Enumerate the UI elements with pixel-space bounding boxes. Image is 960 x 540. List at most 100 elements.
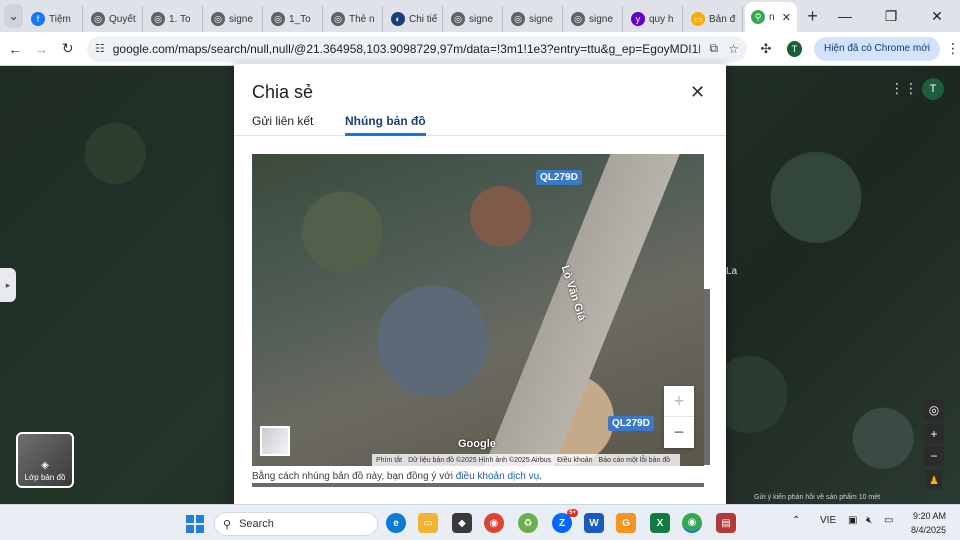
browser-tab[interactable]: y quy h [625,6,683,32]
consent-suffix: . [539,471,542,482]
tab-favicon-icon: ◎ [211,12,225,26]
road-label: QL279D [536,170,582,185]
profile-avatar[interactable]: T [787,40,802,57]
back-button[interactable]: ← [4,37,26,61]
consent-prefix: Bằng cách nhúng bản đồ này, bạn đồng ý v… [252,471,456,482]
layers-icon: ◈ [41,460,49,471]
address-bar[interactable]: ☷ google.com/maps/search/null,null/@21.3… [86,35,747,62]
forward-button[interactable]: → [30,37,52,61]
map-layers-button[interactable]: ◈ Lớp bản đồ [16,432,74,488]
site-info-icon[interactable]: ☷ [95,42,105,55]
url-text[interactable]: google.com/maps/search/null,null/@21.364… [113,42,700,56]
close-icon[interactable]: ✕ [690,82,705,103]
account-avatar[interactable]: T [922,78,944,100]
clock-time: 9:20 AM [912,511,946,521]
consent-text: Bằng cách nhúng bản đồ này, bạn đồng ý v… [252,471,542,482]
zoom-in-button[interactable]: + [924,424,944,444]
browser-tab[interactable]: ◎ 1_To [265,6,323,32]
taskbar: ⚲ Search e ▭ ◆ ◉ ♻ Z 5+ W G X ◉ ▤ ⌃ VIE ▣… [0,504,960,540]
windows-start-icon[interactable] [186,515,204,533]
tab-title: signe [589,13,613,25]
chrome-menu-icon[interactable]: ⋮ [946,40,960,57]
maximize-button[interactable]: ❐ [868,8,914,25]
app-g-icon[interactable]: G [616,513,636,533]
word-icon[interactable]: W [584,513,604,533]
chrome-icon[interactable]: ◉ [484,513,504,533]
browser-tab[interactable]: ◎ signe [505,6,563,32]
report-error-link[interactable]: Báo cáo một lỗi bản đồ [599,457,671,464]
zoom-out-button[interactable]: − [924,446,944,466]
browser-tab[interactable]: ◎ Thẻ n [325,6,383,32]
tab-search-button[interactable]: ⌄ [4,4,23,28]
taskbar-search[interactable]: ⚲ Search [214,512,378,536]
battery-icon[interactable]: ▭ [884,515,893,526]
tab-title: Thẻ n [349,13,375,25]
search-placeholder: Search [239,518,274,530]
browser-tab[interactable]: ◎ signe [565,6,623,32]
minimize-button[interactable]: — [822,8,868,25]
embed-scrollbar[interactable] [704,289,710,465]
browser-tab[interactable]: ◎ signe [205,6,263,32]
browser-tab[interactable]: ◐ Chi tiế [385,6,443,32]
app-cube-icon[interactable]: ◆ [452,513,472,533]
file-explorer-icon[interactable]: ▭ [418,513,438,533]
embed-zoom-out-button[interactable]: − [664,417,694,448]
embed-zoom-in-button[interactable]: + [664,386,694,417]
new-tab-button[interactable]: + [803,6,822,27]
browser-tab[interactable]: ◎ signe [445,6,503,32]
notification-badge: 5+ [567,509,578,517]
close-window-button[interactable]: ✕ [914,8,960,25]
terms-of-service-link[interactable]: điều khoản dịch vụ [456,471,539,482]
tab-favicon-icon: ◎ [331,12,345,26]
browser-tab[interactable]: ▭ Bản đ [685,6,743,32]
system-clock[interactable]: 9:20 AM 8/4/2025 [902,509,946,537]
tab-title: Quyết [109,13,136,25]
chrome-profile-icon[interactable]: ◉ [682,513,702,533]
app-leaf-icon[interactable]: ♻ [518,513,538,533]
street-name-label: Lò Văn Giá [558,264,588,323]
tab-strip: ⌄ f Tiệm ◎ Quyết ◎ 1. To ◎ signe ◎ 1_To ◎ Thẻ n ◐ Chi… [0,0,960,32]
zalo-icon[interactable]: Z 5+ [552,509,578,533]
winrar-icon[interactable]: ▤ [716,513,736,533]
browser-tab[interactable]: ◎ Quyết [85,6,143,32]
browser-toolbar: ← → ↻ ☷ google.com/maps/search/null,null… [0,32,960,66]
volume-muted-icon[interactable]: 🔇︎ [866,515,872,526]
my-location-icon[interactable]: ◎ [924,400,944,420]
language-indicator[interactable]: VIE [820,515,836,526]
pegman-icon[interactable]: ♟ [926,470,942,490]
tab-title: Tiệm [49,13,71,25]
browser-tab[interactable]: ◎ 1. To [145,6,203,32]
tab-favicon-icon: y [631,12,645,26]
terms-link[interactable]: Điều khoản [557,457,592,464]
embed-layer-toggle[interactable] [260,426,290,456]
horizontal-scrollbar[interactable] [252,483,704,487]
embed-map-preview[interactable]: QL279D QL279D Lò Văn Giá + − Google Phím… [252,154,704,466]
browser-tab-active[interactable]: ⚲ n ✕ [745,2,797,32]
map-place-label: La [726,266,738,277]
side-panel-toggle[interactable]: ▸ [0,268,16,302]
excel-icon[interactable]: X [650,513,670,533]
tab-title: Chi tiế [409,13,438,25]
reload-button[interactable]: ↻ [57,37,79,61]
dialog-body: QL279D QL279D Lò Văn Giá + − Google Phím… [234,137,726,504]
tab-title: quy h [649,13,674,25]
close-tab-icon[interactable]: ✕ [782,11,791,24]
keyboard-shortcuts-link[interactable]: Phím tắt [376,457,402,464]
tab-favicon-icon: ◎ [511,12,525,26]
tab-embed-map[interactable]: Nhúng bản đồ [345,112,426,136]
install-app-icon[interactable]: ⧉ [710,41,719,56]
clock-date: 8/4/2025 [910,525,946,535]
edge-icon[interactable]: e [386,513,406,533]
display-icon[interactable]: ▣ [848,515,857,526]
chrome-update-button[interactable]: Hiện đã có Chrome mới [813,36,941,61]
tab-title: n [769,11,775,23]
tab-favicon-icon: ◎ [91,12,105,26]
tab-title: 1_To [289,13,311,25]
tab-send-link[interactable]: Gửi liên kết [252,112,313,136]
google-logo: Google [458,438,496,450]
tab-favicon-icon: ◎ [571,12,585,26]
browser-tab[interactable]: f Tiệm [25,6,83,32]
tray-chevron-icon[interactable]: ⌃ [792,515,800,526]
extensions-icon[interactable]: ✣ [755,37,777,61]
bookmark-star-icon[interactable]: ☆ [728,42,739,56]
